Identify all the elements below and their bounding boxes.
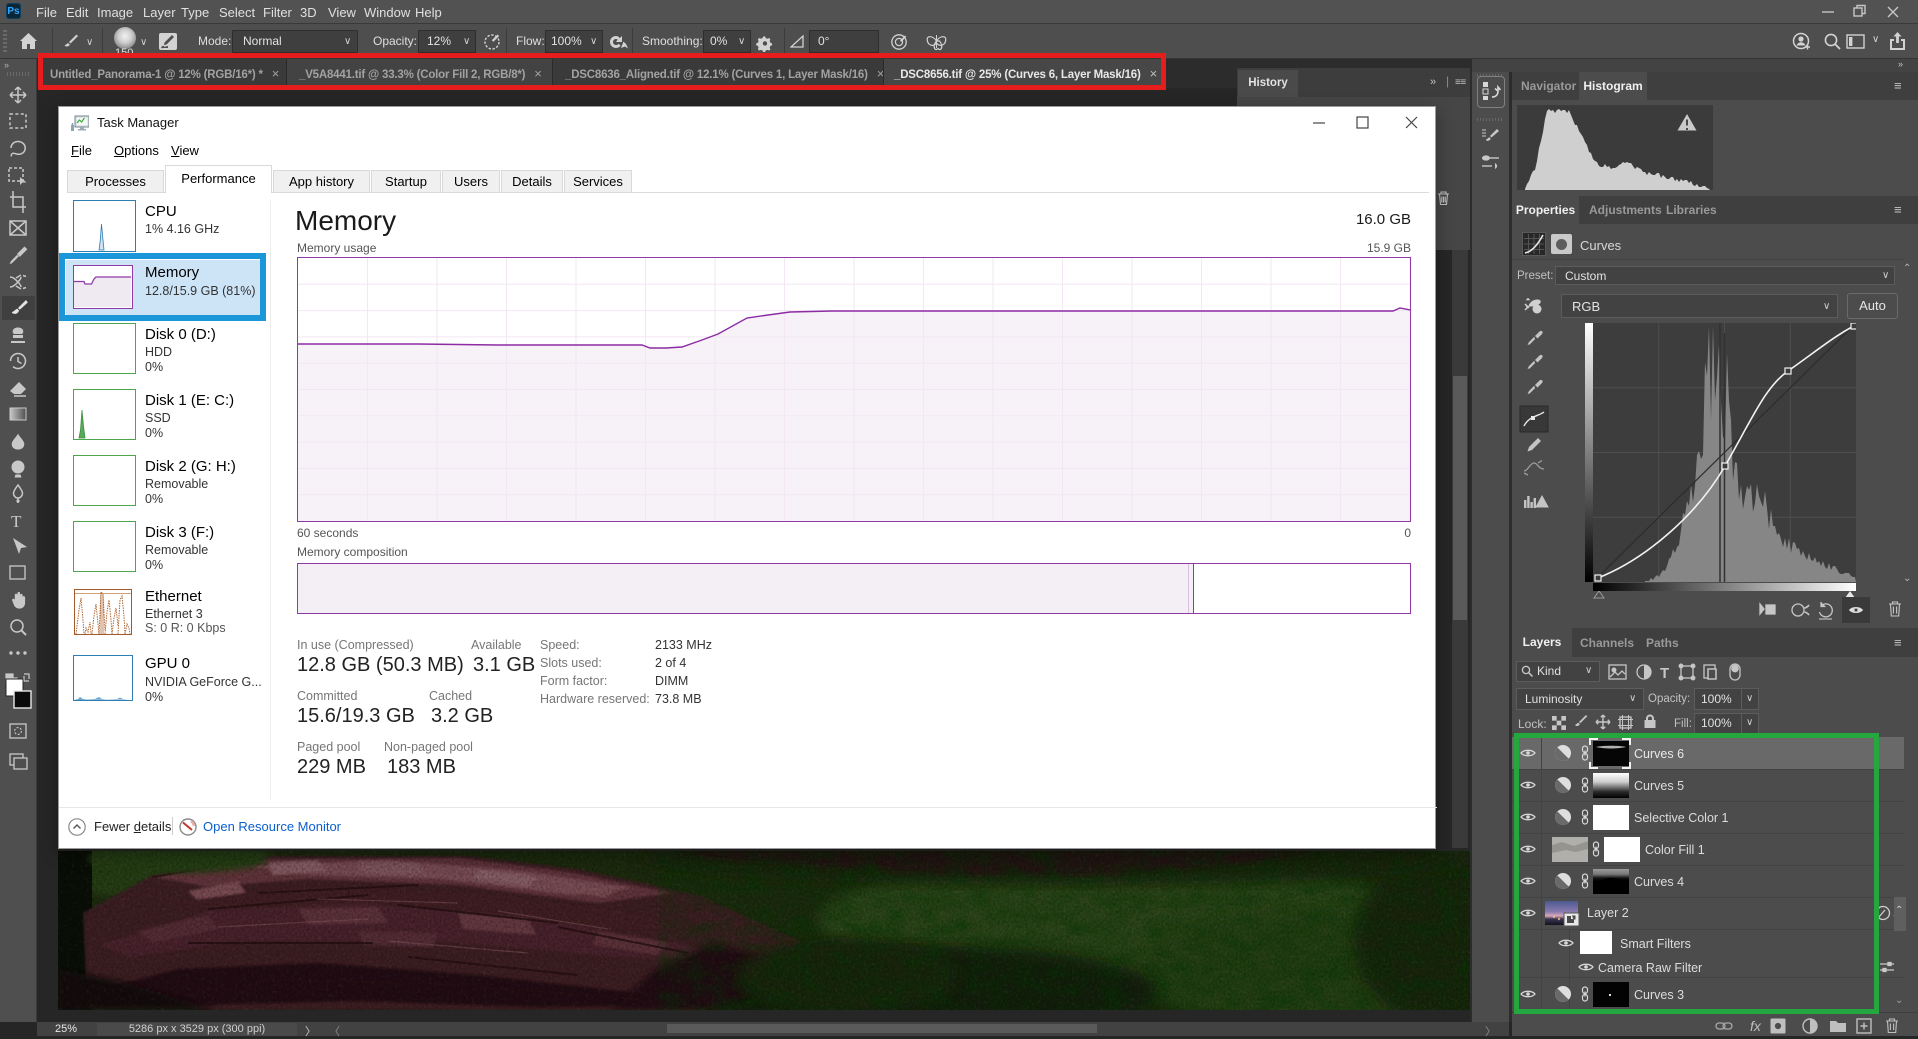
svg-text:fx: fx [1750, 1018, 1762, 1034]
svg-text:T: T [1660, 665, 1669, 682]
svg-text:T: T [11, 512, 22, 531]
